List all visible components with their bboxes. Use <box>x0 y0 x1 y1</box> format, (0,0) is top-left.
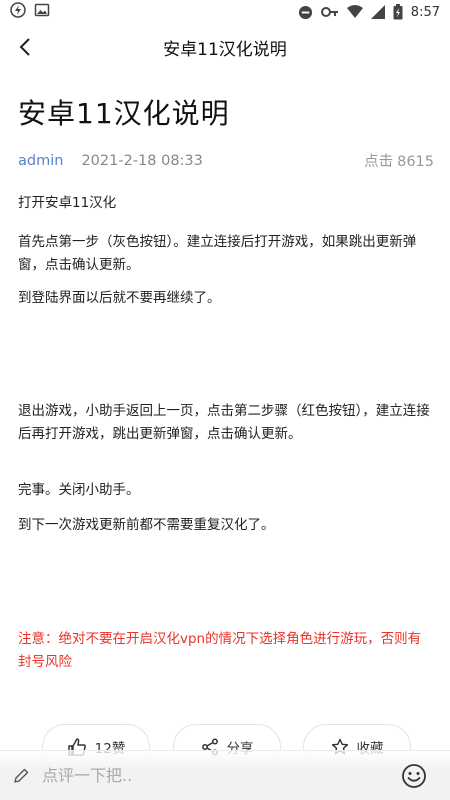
paragraph: 打开安卓11汉化 <box>18 195 117 211</box>
battery-charging-icon <box>393 4 403 20</box>
flash-icon <box>10 2 26 22</box>
warning-text: 注意：绝对不要在开启汉化vpn的情况下选择角色进行游玩，否则有封号风险 <box>18 631 422 670</box>
status-bar: 8:57 <box>0 0 450 24</box>
article-title: 安卓11汉化说明 <box>18 97 230 130</box>
paragraph: 到登陆界面以后就不要再继续了。 <box>18 290 221 306</box>
title-bar: 安卓11汉化说明 <box>0 24 450 70</box>
paragraph: 首先点第一步（灰色按钮）。建立连接后打开游戏，如果跳出更新弹窗，点击确认更新。 <box>18 234 417 273</box>
views-label: 点击 <box>364 154 394 170</box>
paragraph: 退出游戏，小助手返回上一页，点击第二步骤（红色按钮），建立连接后再打开游戏，跳出… <box>18 403 430 442</box>
paragraph: 到下一次游戏更新前都不需要重复汉化了。 <box>18 517 275 533</box>
views-count: 8615 <box>397 154 434 170</box>
status-bar-left <box>10 2 50 22</box>
author-link[interactable]: admin <box>18 153 63 169</box>
pencil-icon <box>14 768 29 783</box>
publish-date: 2021-2-18 08:33 <box>81 152 203 169</box>
signal-icon <box>370 5 385 19</box>
views-counter: 点击 8615 <box>364 150 434 171</box>
status-time: 8:57 <box>410 4 440 20</box>
comment-input[interactable] <box>30 757 400 794</box>
image-notification-icon <box>34 2 50 22</box>
wifi-icon <box>346 5 363 19</box>
chevron-left-icon <box>19 38 30 56</box>
comment-bar <box>0 750 450 800</box>
vpn-key-icon <box>320 5 339 19</box>
status-bar-right: 8:57 <box>298 4 440 20</box>
paragraph: 完事。关闭小助手。 <box>18 482 140 498</box>
page-title: 安卓11汉化说明 <box>163 39 287 60</box>
emoji-icon[interactable] <box>400 762 428 790</box>
do-not-disturb-icon <box>298 5 313 20</box>
back-button[interactable] <box>10 32 40 62</box>
article-meta: admin 2021-2-18 08:33 点击 8615 <box>18 150 434 171</box>
